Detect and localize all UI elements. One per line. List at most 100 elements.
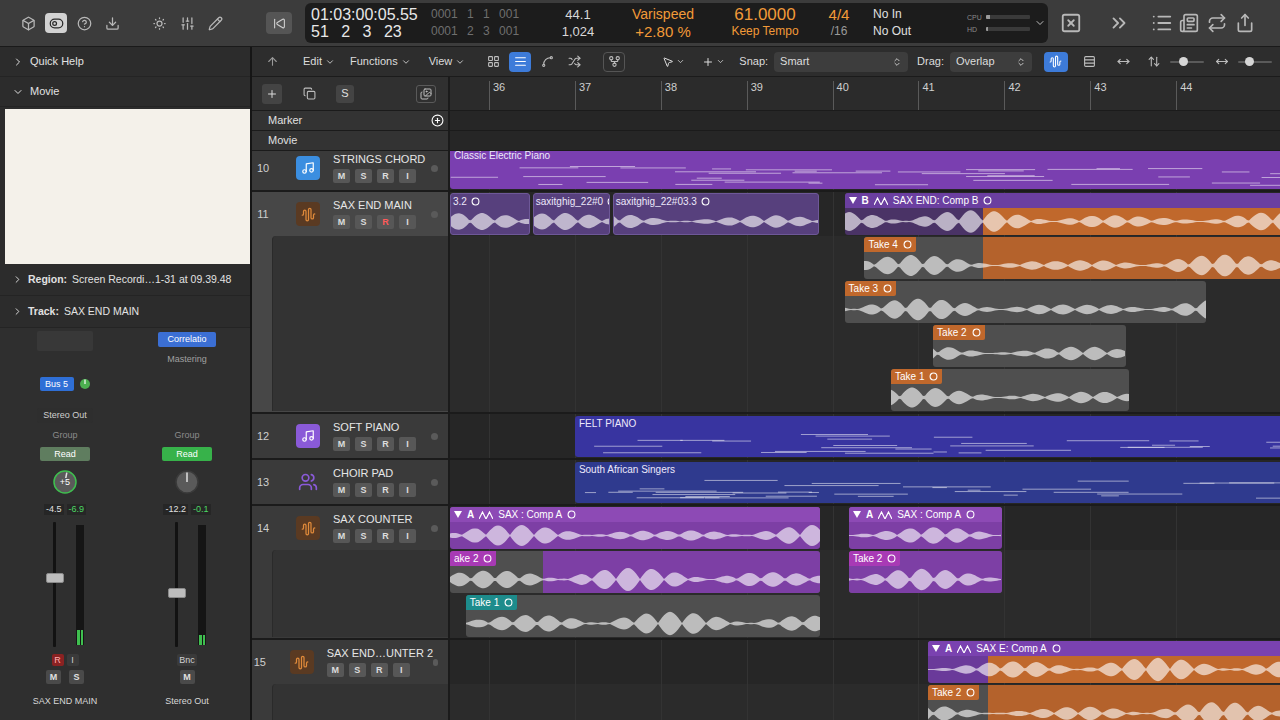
take-region[interactable]: Take 1 [891, 369, 1129, 411]
mute-solo-button[interactable]: S [69, 670, 84, 684]
audio-region[interactable]: 3.2 [450, 193, 530, 235]
take-tag[interactable]: Take 2 [849, 551, 900, 566]
menu-button[interactable]: Edit [303, 53, 335, 70]
group-slot[interactable]: Group [52, 431, 77, 440]
track-header[interactable]: 14SAX COUNTERMSRI [252, 506, 450, 638]
take-tag[interactable]: Take 2 [933, 325, 984, 340]
track-button[interactable]: I [399, 529, 416, 543]
take-tag[interactable]: Take 1 [891, 369, 942, 384]
track-button[interactable]: S [355, 483, 372, 497]
control-bar-button[interactable] [45, 13, 67, 33]
ruler[interactable]: 363738394041424344 [450, 77, 1280, 110]
track-lane[interactable]: ASAX E: Comp A [450, 640, 1280, 684]
fader-cap[interactable] [168, 588, 186, 598]
track-header[interactable]: 10STRINGS CHORDMSRI [252, 151, 450, 190]
track-lane[interactable]: ASAX : Comp A ASAX : Comp A [450, 506, 1280, 550]
track-header-button[interactable]: S [336, 85, 354, 103]
slider-thumb[interactable] [1179, 57, 1188, 66]
control-bar-button[interactable] [204, 13, 226, 33]
automation-mode[interactable]: Read [40, 447, 90, 461]
volume-fader[interactable] [46, 522, 64, 647]
strip-button[interactable]: R [52, 654, 64, 666]
track-button[interactable]: R [377, 215, 394, 229]
take-lane[interactable]: Take 1 [450, 368, 1280, 412]
take-region[interactable]: Take 2 [849, 551, 1002, 593]
track-button[interactable]: M [333, 215, 350, 229]
midi-region[interactable]: South African Singers [575, 462, 1280, 503]
take-tag[interactable]: Take 2 [928, 685, 979, 700]
take-lane[interactable]: ake 2 Take 2 [450, 550, 1280, 594]
take-region[interactable]: Take 2 [928, 685, 1280, 720]
track-button[interactable]: S [355, 169, 372, 183]
menu-button[interactable]: View [429, 53, 466, 70]
track-button[interactable]: M [327, 663, 344, 677]
plugin-slot[interactable] [37, 331, 93, 351]
snap-select[interactable]: Smart [774, 52, 908, 72]
loop-browser-icon[interactable] [1207, 13, 1227, 33]
mute-solo-button[interactable]: M [46, 670, 61, 684]
track-header[interactable]: 11SAX END MAINMSRI [252, 192, 450, 412]
track-button[interactable]: I [399, 483, 416, 497]
send-knob-icon[interactable] [79, 378, 91, 390]
pan-knob[interactable]: +5 [52, 469, 78, 495]
mode-button[interactable] [1078, 52, 1102, 72]
track-button[interactable]: S [355, 529, 372, 543]
view-button[interactable] [509, 52, 531, 72]
output-slot[interactable]: Stereo Out [37, 408, 93, 423]
control-bar-button[interactable] [73, 13, 95, 33]
track-button[interactable]: I [399, 215, 416, 229]
control-bar-button[interactable] [17, 13, 39, 33]
track-button[interactable]: S [355, 215, 372, 229]
track-name[interactable]: STRINGS CHORD [333, 153, 425, 166]
control-bar-button[interactable] [176, 13, 198, 33]
track-button[interactable]: M [333, 529, 350, 543]
comp-region[interactable]: ASAX : Comp A [450, 507, 820, 549]
duplicate-track-button[interactable] [300, 84, 318, 104]
audio-region[interactable]: saxitghig_22#0 [533, 193, 610, 235]
volume-fader[interactable] [168, 522, 186, 647]
pan-knob[interactable] [174, 469, 200, 495]
menu-button[interactable]: Functions [350, 53, 411, 70]
secondary-tool[interactable] [695, 52, 731, 72]
track-lane[interactable]: South African Singers [450, 460, 1280, 504]
inspector-section[interactable]: Quick Help [0, 47, 250, 77]
back-button[interactable] [262, 52, 282, 72]
view-button[interactable] [482, 52, 504, 72]
drag-select[interactable]: Overlap [950, 52, 1032, 72]
strip-button[interactable]: I [67, 654, 79, 666]
slider-thumb[interactable] [1245, 57, 1254, 66]
midi-region[interactable]: FELT PIANO [575, 416, 1280, 457]
chevrons-right-icon[interactable] [1108, 12, 1130, 34]
take-region[interactable]: ake 2 [450, 551, 820, 593]
fader-cap[interactable] [46, 573, 64, 583]
plugin-slot[interactable]: Correlatio [158, 332, 216, 347]
media-button[interactable] [416, 85, 436, 103]
track-lane[interactable]: 3.2saxitghig_22#0saxitghig_22#03.3BSAX E… [450, 192, 1280, 236]
control-bar-button[interactable] [148, 13, 170, 33]
control-bar-button[interactable] [101, 13, 123, 33]
track-button[interactable]: R [377, 437, 394, 451]
take-lane[interactable]: Take 1 [450, 594, 1280, 638]
track-button[interactable]: R [377, 169, 394, 183]
add-track-button[interactable] [262, 84, 282, 104]
track-button[interactable]: R [377, 483, 394, 497]
track-name[interactable]: SOFT PIANO [333, 421, 416, 434]
track-name[interactable]: CHOIR PAD [333, 467, 416, 480]
disclosure-triangle-icon[interactable] [454, 511, 462, 518]
comp-region[interactable]: ASAX : Comp A [849, 507, 1002, 549]
inspector-section[interactable]: Movie [0, 77, 250, 107]
view-button[interactable] [603, 52, 625, 72]
track-name[interactable]: SAX END…UNTER 2 [327, 647, 433, 660]
track-header[interactable]: 15SAX END…UNTER 2MSRI [252, 640, 450, 720]
mute-solo-button[interactable]: M [180, 670, 195, 684]
add-marker-icon[interactable] [431, 114, 444, 127]
go-to-start-button[interactable] [266, 12, 292, 34]
track-lane[interactable]: FELT PIANO [450, 414, 1280, 458]
take-tag[interactable]: Take 3 [845, 281, 896, 296]
track-button[interactable]: I [399, 169, 416, 183]
take-tag[interactable]: ake 2 [450, 551, 496, 566]
track-header[interactable]: 12SOFT PIANOMSRI [252, 414, 450, 458]
pointer-tool[interactable] [655, 52, 691, 72]
notes-icon[interactable] [1179, 13, 1199, 33]
track-button[interactable]: S [355, 437, 372, 451]
